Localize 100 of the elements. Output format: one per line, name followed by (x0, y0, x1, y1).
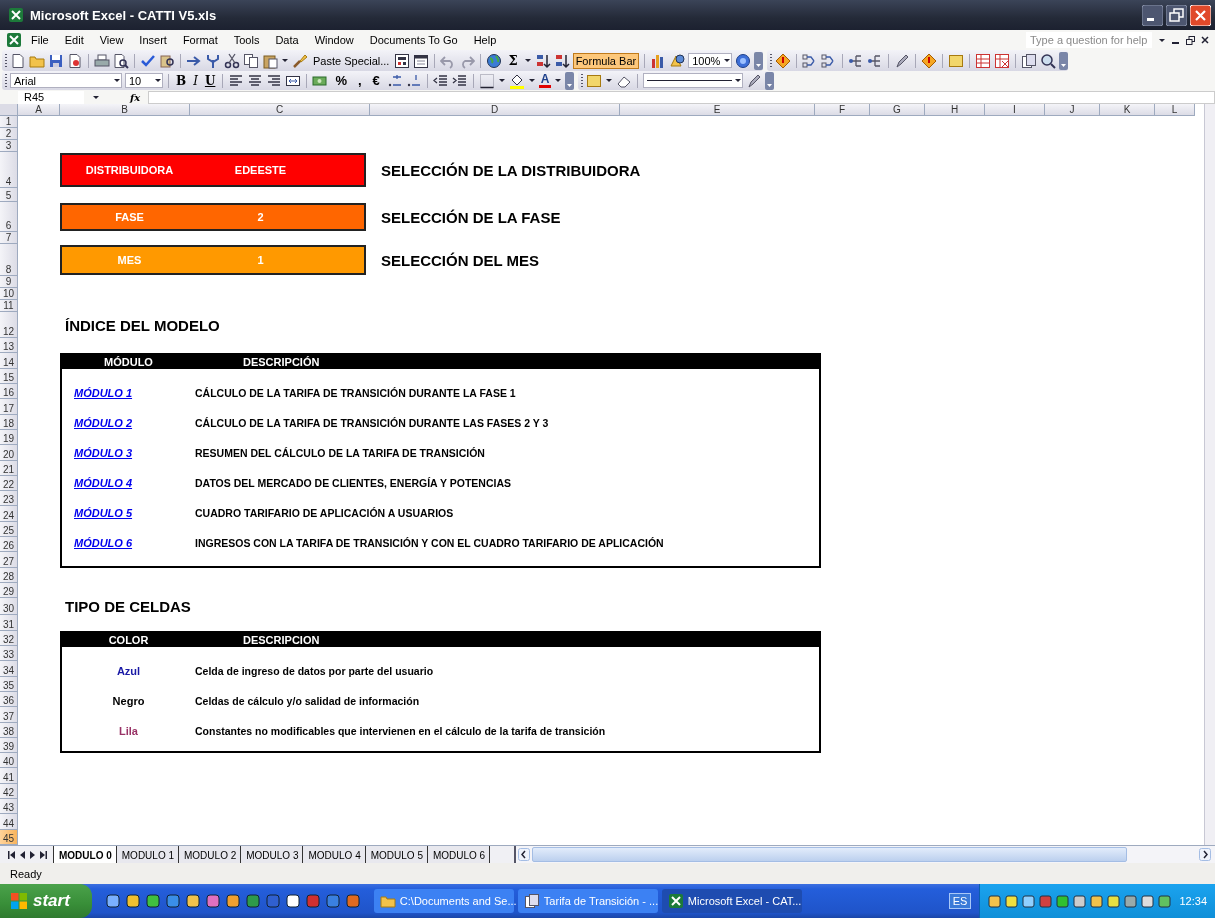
copy-icon[interactable] (243, 52, 259, 69)
column-header[interactable]: F (815, 104, 870, 116)
calendar-icon[interactable] (413, 52, 430, 69)
row-header[interactable]: 43 (0, 799, 18, 815)
save-icon[interactable] (48, 52, 64, 69)
decrease-decimal-icon[interactable] (405, 72, 422, 89)
tray-icon[interactable] (1073, 894, 1087, 908)
table-icon[interactable] (975, 52, 992, 69)
decrease-indent-icon[interactable] (432, 72, 449, 89)
menu-item[interactable]: Edit (57, 32, 91, 48)
menu-item[interactable]: Data (268, 32, 306, 48)
tray-icon[interactable] (1124, 894, 1138, 908)
align-right-icon[interactable] (266, 72, 283, 89)
warning-icon[interactable] (921, 52, 938, 69)
module-link[interactable]: MÓDULO 3 (74, 447, 133, 460)
menu-item[interactable]: Tools (226, 32, 267, 48)
new-document-icon[interactable] (10, 52, 26, 69)
print-preview-icon[interactable] (113, 52, 129, 69)
menu-item[interactable]: Help (466, 32, 504, 48)
scroll-thumb[interactable] (532, 847, 1127, 862)
increase-decimal-icon[interactable] (386, 72, 403, 89)
selector-value[interactable]: EDEESTE (197, 164, 364, 176)
row-header[interactable]: 29 (0, 583, 18, 599)
sort-descending-icon[interactable] (553, 52, 570, 69)
app-icon[interactable] (225, 894, 240, 908)
menu-item[interactable]: View (92, 32, 131, 48)
tray-icon[interactable] (1039, 894, 1053, 908)
toolbar-options-icon[interactable] (765, 71, 775, 90)
magnifier-icon[interactable] (1040, 52, 1057, 69)
underline-button[interactable]: U (202, 72, 218, 89)
tray-icon[interactable] (1107, 894, 1121, 908)
insert-function-button[interactable]: fx (130, 91, 141, 103)
row-header[interactable]: 12 (0, 312, 18, 338)
drawing-icon[interactable] (669, 52, 686, 69)
column-header[interactable]: H (925, 104, 985, 116)
paste-icon[interactable] (262, 52, 278, 69)
permission-icon[interactable] (67, 52, 83, 69)
column-header[interactable]: I (985, 104, 1045, 116)
autosum-button[interactable]: Σ (505, 53, 521, 68)
column-header[interactable]: G (870, 104, 925, 116)
workbook-icon[interactable] (6, 32, 22, 48)
taskbar-button[interactable]: C:\Documents and Se... (373, 889, 514, 913)
previous-sheet-icon[interactable] (20, 850, 25, 859)
row-header[interactable]: 1 (0, 116, 18, 128)
column-header[interactable]: C (190, 104, 370, 116)
column-header[interactable]: B (60, 104, 190, 116)
row-header[interactable]: 10 (0, 288, 18, 300)
sheet-tab[interactable]: MODULO 4 (303, 846, 366, 863)
restore-icon[interactable] (1166, 4, 1187, 26)
format-painter-icon[interactable] (292, 52, 308, 69)
sheet-tab[interactable]: MODULO 0 (53, 846, 117, 863)
dropdown-caret-icon[interactable] (523, 57, 532, 64)
sheet-tab[interactable]: MODULO 1 (116, 846, 179, 863)
module-link[interactable]: MÓDULO 6 (74, 537, 133, 550)
row-header[interactable]: 5 (0, 188, 18, 202)
app-icon[interactable] (145, 894, 160, 908)
fork-arrow-icon[interactable] (205, 52, 221, 69)
menu-item[interactable]: Window (307, 32, 361, 48)
app-icon[interactable] (105, 894, 120, 908)
sheet-tab[interactable]: MODULO 3 (241, 846, 304, 863)
sheet-tab[interactable]: MODULO 5 (365, 846, 428, 863)
toolbar-options-icon[interactable] (754, 51, 764, 70)
column-header[interactable]: L (1155, 104, 1195, 116)
euro-button[interactable]: € (368, 73, 384, 88)
start-button[interactable]: start (0, 884, 92, 918)
italic-button[interactable]: I (191, 72, 200, 89)
app-icon[interactable] (125, 894, 140, 908)
menu-item[interactable]: Insert (132, 32, 174, 48)
font-name-dropdown[interactable]: Arial (10, 73, 122, 88)
taskbar-button[interactable]: Tarifa de Transición - ... (517, 889, 658, 913)
column-header[interactable]: J (1045, 104, 1100, 116)
row-header[interactable]: 41 (0, 768, 18, 784)
selector-bar[interactable]: DISTRIBUIDORA EDEESTE (60, 153, 366, 187)
dropdown-caret-icon[interactable] (527, 77, 536, 84)
dropdown-caret-icon[interactable] (1158, 36, 1166, 44)
row-header[interactable]: 31 (0, 615, 18, 631)
formula-input-field[interactable] (148, 90, 1215, 104)
sheet-tab[interactable]: MODULO 2 (179, 846, 242, 863)
module-link[interactable]: MÓDULO 5 (74, 507, 133, 520)
dropdown-caret-icon[interactable] (605, 77, 614, 84)
dropdown-caret-icon[interactable] (92, 93, 100, 101)
fill-color-icon[interactable] (508, 72, 525, 89)
last-sheet-icon[interactable] (40, 850, 47, 859)
row-header[interactable]: 6 (0, 202, 18, 232)
row-header[interactable]: 24 (0, 506, 18, 522)
dropdown-caret-icon[interactable] (554, 77, 563, 84)
increase-indent-icon[interactable] (451, 72, 468, 89)
restore-icon[interactable] (1186, 35, 1195, 45)
first-sheet-icon[interactable] (8, 850, 15, 859)
module-link[interactable]: MÓDULO 1 (74, 387, 133, 400)
scroll-right-icon[interactable] (1199, 848, 1211, 861)
tray-icon[interactable] (1141, 894, 1155, 908)
pen-icon[interactable] (894, 52, 911, 69)
globe-icon[interactable] (486, 52, 503, 69)
clear-table-icon[interactable] (994, 52, 1011, 69)
tray-icon[interactable] (1158, 894, 1172, 908)
row-header[interactable]: 40 (0, 753, 18, 769)
sheet-tab[interactable]: MODULO 6 (427, 846, 491, 863)
scroll-left-icon[interactable] (518, 848, 531, 861)
sort-ascending-icon[interactable] (534, 52, 551, 69)
